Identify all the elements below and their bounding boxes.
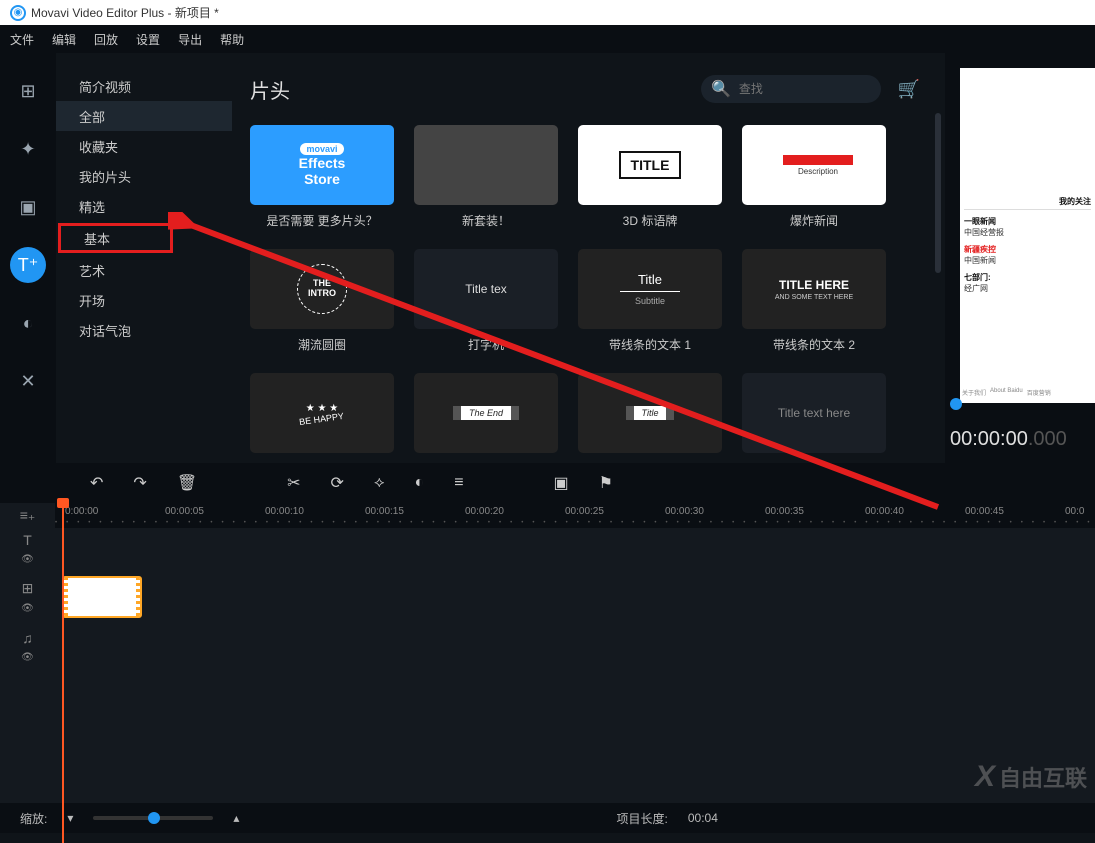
menu-playback[interactable]: 回放 — [94, 31, 118, 48]
redo-icon[interactable]: ↷ — [133, 473, 146, 493]
card-ribbon-title[interactable]: Title — [578, 373, 722, 460]
card-typewriter[interactable]: Title tex 打字机 — [414, 249, 558, 353]
sidebar-item-fav[interactable]: 收藏夹 — [56, 131, 232, 161]
cart-icon[interactable]: 🛒 — [891, 71, 927, 107]
record-icon[interactable]: ▣ — [554, 473, 569, 493]
card-effects-store[interactable]: movaviEffectsStore 是否需要 更多片头？ — [250, 125, 394, 229]
card-3d-sign[interactable]: TITLE 3D 标语牌 — [578, 125, 722, 229]
titlebar: ◉ Movavi Video Editor Plus - 新项目 * — [0, 0, 1095, 25]
card-trend-circle[interactable]: THE INTRO 潮流圆圈 — [250, 249, 394, 353]
zoom-out-icon[interactable]: ▾ — [67, 811, 73, 825]
stickers-icon[interactable]: ◐ — [10, 305, 46, 341]
status-bar: 缩放: ▾ ▴ 项目长度: 00:04 — [0, 803, 1095, 833]
project-len-label: 项目长度: — [617, 810, 668, 827]
text-track-icon: T — [23, 532, 32, 548]
preview-handle-icon[interactable] — [950, 398, 962, 410]
zoom-label: 缩放: — [20, 810, 47, 827]
card-be-happy[interactable]: ★ ★ ★BE HAPPY — [250, 373, 394, 460]
search-input[interactable] — [739, 82, 894, 96]
menubar: 文件 编辑 回放 设置 导出 帮助 — [0, 25, 1095, 53]
content-panel: 片头 🔍 🛒 movaviEffectsStore 是否需要 更多片头？ 新套装… — [232, 53, 945, 463]
card-title-text[interactable]: Title text here — [742, 373, 886, 460]
menu-edit[interactable]: 编辑 — [52, 31, 76, 48]
sidebar-item-opener[interactable]: 开场 — [56, 285, 232, 315]
color-icon[interactable]: ◐ — [415, 474, 425, 492]
timecode: 00:00:00.000 — [945, 428, 1095, 451]
tools-icon[interactable]: ✕ — [10, 363, 46, 399]
sidebar-item-all[interactable]: 全部 — [56, 101, 232, 131]
card-breaking-news[interactable]: Description 爆炸新闻 — [742, 125, 886, 229]
undo-icon[interactable]: ↶ — [90, 473, 103, 493]
preview-area: 我的关注 一眼新闻中国经营报 新疆疾控中国新闻 七部门:经广网 关于我们Abou… — [945, 53, 1095, 463]
scrollbar[interactable] — [935, 113, 941, 273]
timeline-toolbar: ↶ ↷ 🗑 ✂ ⟳ ⟡ ◐ ≡ ▣ ⚑ — [0, 463, 1095, 503]
marker-icon[interactable]: ⚑ — [599, 473, 613, 493]
sidebar-item-art[interactable]: 艺术 — [56, 255, 232, 285]
card-the-end[interactable]: The End — [414, 373, 558, 460]
preview-frame: 我的关注 一眼新闻中国经营报 新疆疾控中国新闻 七部门:经广网 关于我们Abou… — [960, 68, 1095, 403]
timeline[interactable]: ≡₊ 0:00:00 00:00:05 00:00:10 00:00:15 00… — [0, 503, 1095, 803]
ruler[interactable]: 0:00:00 00:00:05 00:00:10 00:00:15 00:00… — [55, 503, 1095, 528]
properties-icon[interactable]: ≡ — [454, 474, 463, 492]
category-sidebar: 简介视频 全部 收藏夹 我的片头 精选 基本 艺术 开场 对话气泡 — [56, 53, 232, 463]
title-grid: movaviEffectsStore 是否需要 更多片头？ 新套装！ TITLE… — [250, 125, 927, 460]
card-line-text-1[interactable]: TitleSubtitle 带线条的文本 1 — [578, 249, 722, 353]
card-line-text-2[interactable]: TITLE HEREAND SOME TEXT HERE 带线条的文本 2 — [742, 249, 886, 353]
sidebar-item-featured[interactable]: 精选 — [56, 191, 232, 221]
filters-icon[interactable]: ✦ — [10, 131, 46, 167]
video-track-icon: ⊞ — [22, 580, 34, 597]
sidebar-item-basic[interactable]: 基本 — [58, 223, 173, 253]
project-len-value: 00:04 — [688, 811, 718, 825]
video-clip[interactable] — [62, 576, 142, 618]
sidebar-item-mine[interactable]: 我的片头 — [56, 161, 232, 191]
app-icon: ◉ — [10, 5, 26, 21]
search-icon: 🔍 — [711, 79, 731, 99]
search-box[interactable]: 🔍 — [701, 75, 881, 103]
tool-rail: ⊞ ✦ ▣ T⁺ ◐ ✕ — [0, 53, 56, 463]
titles-icon[interactable]: T⁺ — [10, 247, 46, 283]
zoom-in-icon[interactable]: ▴ — [233, 811, 239, 825]
delete-icon[interactable]: 🗑 — [177, 473, 197, 493]
window-title: Movavi Video Editor Plus - 新项目 * — [31, 4, 219, 21]
transitions-icon[interactable]: ▣ — [10, 189, 46, 225]
menu-help[interactable]: 帮助 — [220, 31, 244, 48]
sidebar-item-intro[interactable]: 简介视频 — [56, 71, 232, 101]
menu-file[interactable]: 文件 — [10, 31, 34, 48]
title-track[interactable]: T👁 — [0, 528, 1095, 568]
audio-track[interactable]: ♫👁 — [0, 626, 1095, 666]
video-track[interactable]: ⊞👁 — [0, 568, 1095, 626]
zoom-slider[interactable] — [93, 816, 213, 820]
sidebar-item-bubble[interactable]: 对话气泡 — [56, 315, 232, 345]
crop-icon[interactable]: ⟡ — [374, 474, 385, 492]
menu-export[interactable]: 导出 — [178, 31, 202, 48]
rotate-icon[interactable]: ⟳ — [331, 473, 344, 493]
card-new-pack[interactable]: 新套装！ — [414, 125, 558, 229]
watermark: X自由互联 — [975, 760, 1087, 794]
add-track-icon[interactable]: ≡₊ — [0, 503, 55, 528]
audio-track-icon: ♫ — [22, 630, 33, 646]
menu-settings[interactable]: 设置 — [136, 31, 160, 48]
panel-title: 片头 — [250, 75, 701, 104]
import-icon[interactable]: ⊞ — [10, 73, 46, 109]
playhead[interactable] — [62, 503, 64, 843]
cut-icon[interactable]: ✂ — [287, 473, 300, 493]
